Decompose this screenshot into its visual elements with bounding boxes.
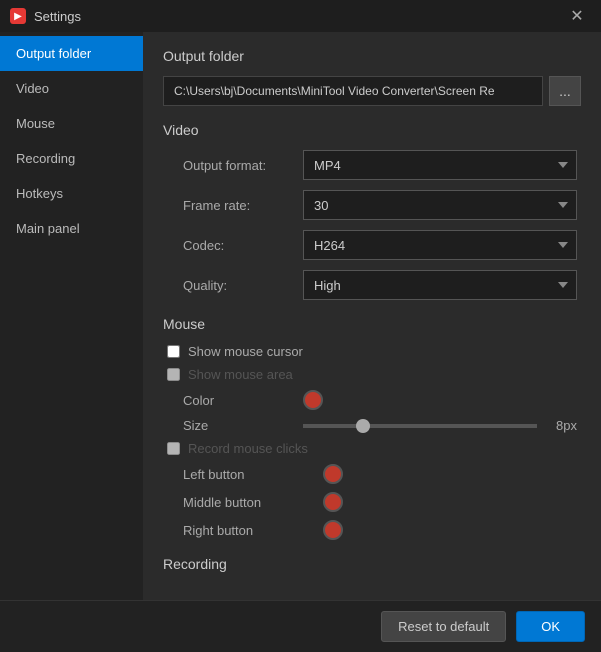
size-value: 8px xyxy=(537,418,577,433)
recording-section-title: Recording xyxy=(163,556,581,572)
sidebar-item-main-panel[interactable]: Main panel xyxy=(0,211,143,246)
show-mouse-cursor-label: Show mouse cursor xyxy=(188,344,303,359)
sidebar-item-mouse[interactable]: Mouse xyxy=(0,106,143,141)
main-content: Output folder Video Mouse Recording Hotk… xyxy=(0,32,601,600)
left-button-color-swatch[interactable] xyxy=(323,464,343,484)
settings-window: ▶ Settings ✕ Output folder Video Mouse R… xyxy=(0,0,601,652)
output-format-select[interactable]: MP4 AVI MOV xyxy=(303,150,577,180)
codec-row: Codec: H264 H265 xyxy=(163,230,581,260)
mouse-section-title: Mouse xyxy=(163,316,581,332)
left-button-row: Left button xyxy=(163,464,581,484)
reset-to-default-button[interactable]: Reset to default xyxy=(381,611,506,642)
titlebar: ▶ Settings ✕ xyxy=(0,0,601,32)
right-button-color-swatch[interactable] xyxy=(323,520,343,540)
show-mouse-area-checkbox[interactable] xyxy=(167,368,180,381)
video-section: Video Output format: MP4 AVI MOV Frame r… xyxy=(163,122,581,300)
sidebar-item-video[interactable]: Video xyxy=(0,71,143,106)
cursor-color-swatch[interactable] xyxy=(303,390,323,410)
output-folder-title: Output folder xyxy=(163,48,581,64)
window-title: Settings xyxy=(34,9,563,24)
sidebar: Output folder Video Mouse Recording Hotk… xyxy=(0,32,143,600)
right-button-row: Right button xyxy=(163,520,581,540)
color-row: Color xyxy=(163,390,581,410)
sidebar-item-output-folder[interactable]: Output folder xyxy=(0,36,143,71)
video-section-title: Video xyxy=(163,122,581,138)
output-format-label: Output format: xyxy=(183,158,303,173)
frame-rate-row: Frame rate: 30 60 24 xyxy=(163,190,581,220)
path-input[interactable] xyxy=(163,76,543,106)
middle-button-row: Middle button xyxy=(163,492,581,512)
output-format-row: Output format: MP4 AVI MOV xyxy=(163,150,581,180)
size-label: Size xyxy=(183,418,303,433)
size-row: Size 8px xyxy=(163,418,581,433)
left-button-label: Left button xyxy=(183,467,323,482)
content-area: Output folder ... Video Output format: M… xyxy=(143,32,601,600)
size-slider[interactable] xyxy=(303,424,537,428)
frame-rate-label: Frame rate: xyxy=(183,198,303,213)
middle-button-label: Middle button xyxy=(183,495,323,510)
codec-select[interactable]: H264 H265 xyxy=(303,230,577,260)
frame-rate-select[interactable]: 30 60 24 xyxy=(303,190,577,220)
quality-label: Quality: xyxy=(183,278,303,293)
right-button-label: Right button xyxy=(183,523,323,538)
mouse-section: Mouse Show mouse cursor Show mouse area … xyxy=(163,316,581,540)
quality-select[interactable]: High Medium Low xyxy=(303,270,577,300)
app-icon: ▶ xyxy=(10,8,26,24)
show-mouse-cursor-checkbox[interactable] xyxy=(167,345,180,358)
record-mouse-clicks-row: Record mouse clicks xyxy=(163,441,581,456)
show-mouse-area-label: Show mouse area xyxy=(188,367,293,382)
record-mouse-clicks-checkbox[interactable] xyxy=(167,442,180,455)
ok-button[interactable]: OK xyxy=(516,611,585,642)
show-mouse-cursor-row: Show mouse cursor xyxy=(163,344,581,359)
record-mouse-clicks-label: Record mouse clicks xyxy=(188,441,308,456)
color-label: Color xyxy=(183,393,303,408)
close-button[interactable]: ✕ xyxy=(563,2,591,30)
middle-button-color-swatch[interactable] xyxy=(323,492,343,512)
sidebar-item-hotkeys[interactable]: Hotkeys xyxy=(0,176,143,211)
footer: Reset to default OK xyxy=(0,600,601,652)
sidebar-item-recording[interactable]: Recording xyxy=(0,141,143,176)
quality-row: Quality: High Medium Low xyxy=(163,270,581,300)
codec-label: Codec: xyxy=(183,238,303,253)
browse-button[interactable]: ... xyxy=(549,76,581,106)
path-row: ... xyxy=(163,76,581,106)
show-mouse-area-row: Show mouse area xyxy=(163,367,581,382)
